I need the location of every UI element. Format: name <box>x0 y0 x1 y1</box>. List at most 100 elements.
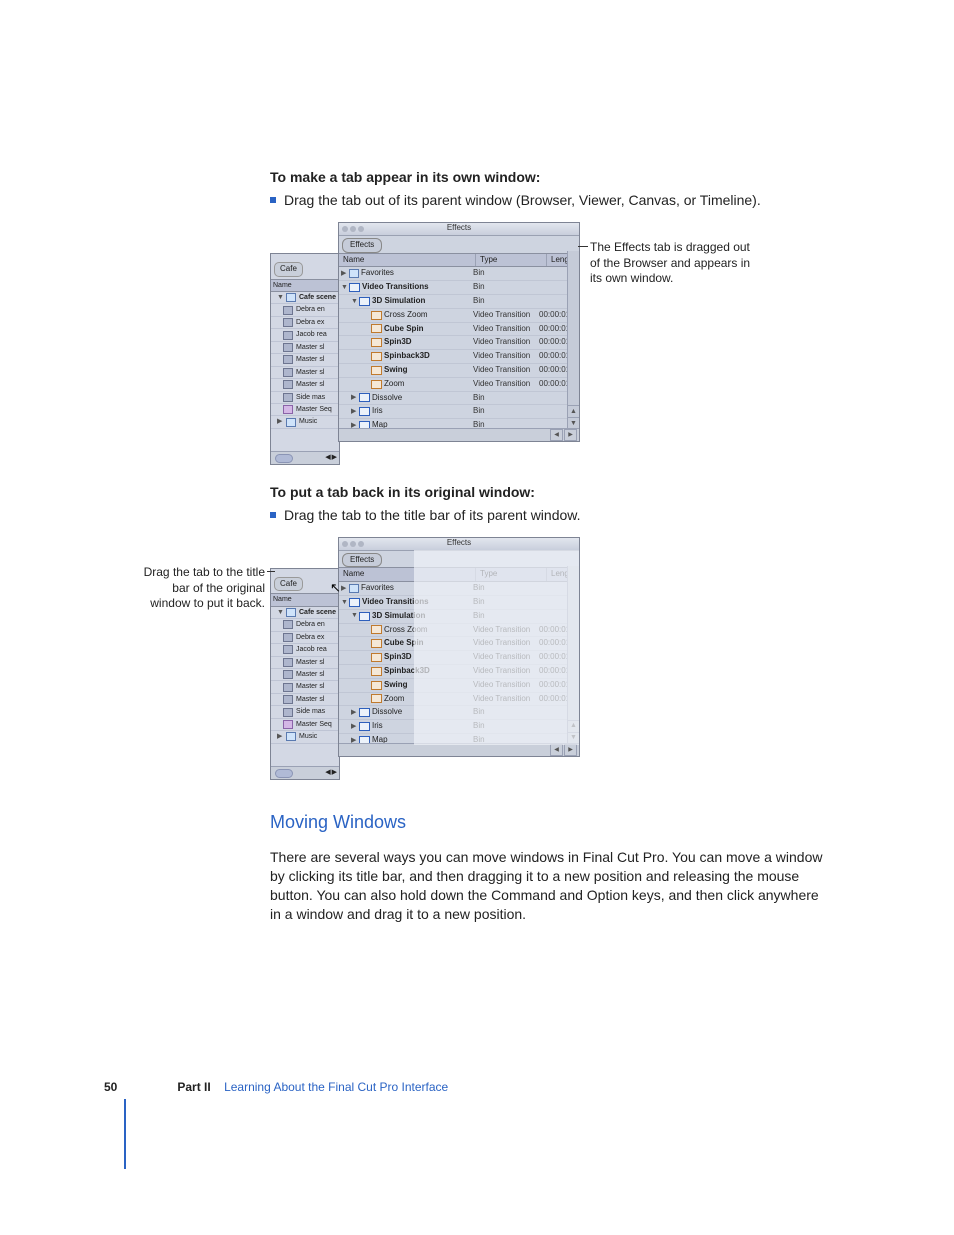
scroll-right-icon[interactable]: ▶ <box>332 768 337 777</box>
list-item[interactable]: Side mas <box>271 706 339 718</box>
effects-row[interactable]: Cross ZoomVideo Transition00:00:01:00 <box>339 624 579 638</box>
list-item[interactable]: Master sl <box>271 342 339 354</box>
bullet-square-icon <box>270 512 276 518</box>
column-header-type[interactable]: Type <box>476 254 547 267</box>
row-type: Bin <box>471 267 537 280</box>
effects-tab[interactable]: Effects <box>342 238 382 253</box>
list-item[interactable]: Jacob rea <box>271 644 339 656</box>
effects-row[interactable]: ▼3D SimulationBin <box>339 295 579 309</box>
clip-icon <box>283 331 293 340</box>
list-item[interactable]: Master sl <box>271 694 339 706</box>
vertical-scrollbar[interactable]: ▲▼ <box>567 566 579 744</box>
list-item[interactable]: Side mas <box>271 392 339 404</box>
effects-row[interactable]: ▼Video TransitionsBin <box>339 281 579 295</box>
effects-row[interactable]: Spin3DVideo Transition00:00:01:00 <box>339 651 579 665</box>
list-item[interactable]: Jacob rea <box>271 329 339 341</box>
disclosure-icon[interactable]: ▼ <box>351 611 357 620</box>
scroll-left-icon[interactable]: ◀ <box>325 768 330 777</box>
list-item[interactable]: Master sl <box>271 367 339 379</box>
sequence-icon <box>283 720 293 729</box>
effects-window[interactable]: EffectsEffectsNameTypeLength▶FavoritesBi… <box>338 222 580 442</box>
effects-row[interactable]: SwingVideo Transition00:00:01:00 <box>339 679 579 693</box>
effects-row[interactable]: Cube SpinVideo Transition00:00:01:00 <box>339 323 579 337</box>
list-item[interactable]: ▼Cafe scene <box>271 292 339 304</box>
disclosure-icon[interactable]: ▶ <box>351 708 357 717</box>
column-header-type[interactable]: Type <box>476 568 547 581</box>
clip-icon <box>283 620 293 629</box>
row-type: Video Transition <box>471 364 537 377</box>
effects-row[interactable]: ▶IrisBin <box>339 405 579 419</box>
column-header-name[interactable]: Name <box>339 568 476 581</box>
effects-row[interactable]: ZoomVideo Transition00:00:01:00 <box>339 378 579 392</box>
effects-row[interactable]: Spinback3DVideo Transition00:00:01:00 <box>339 665 579 679</box>
scroll-right-icon[interactable]: ▶ <box>564 429 577 441</box>
vertical-scrollbar[interactable]: ▲▼ <box>567 251 579 429</box>
effects-row[interactable]: Spin3DVideo Transition00:00:01:00 <box>339 336 579 350</box>
column-header-name[interactable]: Name <box>271 279 339 292</box>
list-item[interactable]: ▶Music <box>271 731 339 743</box>
clip-icon <box>283 633 293 642</box>
disclosure-icon[interactable]: ▶ <box>351 722 357 731</box>
scroll-up-icon[interactable]: ▲ <box>568 405 579 417</box>
list-item[interactable]: Debra en <box>271 619 339 631</box>
effects-row[interactable]: ▶DissolveBin <box>339 706 579 720</box>
folder-icon <box>286 293 296 302</box>
scroll-left-icon[interactable]: ◀ <box>550 429 563 441</box>
bin-icon <box>359 708 370 717</box>
effects-row[interactable]: ▼3D SimulationBin <box>339 610 579 624</box>
column-header-name[interactable]: Name <box>339 254 476 267</box>
scroll-right-icon[interactable]: ▶ <box>332 453 337 462</box>
list-item[interactable]: Master Seq <box>271 404 339 416</box>
list-item[interactable]: Debra ex <box>271 317 339 329</box>
list-item[interactable]: Master sl <box>271 681 339 693</box>
browser-window[interactable]: Cafe Name▼Cafe sceneDebra enDebra exJacob… <box>270 253 340 465</box>
list-item[interactable]: Master sl <box>271 354 339 366</box>
list-item[interactable]: Debra ex <box>271 632 339 644</box>
disclosure-icon[interactable]: ▼ <box>341 598 347 607</box>
disclosure-icon[interactable]: ▼ <box>351 297 357 306</box>
browser-tab[interactable]: Cafe <box>274 577 303 592</box>
browser-tab[interactable]: Cafe <box>274 262 303 277</box>
column-header-name[interactable]: Name <box>271 593 339 606</box>
footer-rule <box>124 1099 126 1169</box>
effects-row[interactable]: ▶DissolveBin <box>339 392 579 406</box>
list-item[interactable]: Master sl <box>271 669 339 681</box>
effects-row[interactable]: Cube SpinVideo Transition00:00:01:00 <box>339 637 579 651</box>
list-item[interactable]: Debra en <box>271 304 339 316</box>
list-item[interactable]: Master sl <box>271 379 339 391</box>
column-headers[interactable]: NameTypeLength <box>339 253 579 268</box>
effects-row[interactable]: Cross ZoomVideo Transition00:00:01:00 <box>339 309 579 323</box>
horizontal-scrollbar[interactable]: ◀▶ <box>271 451 339 464</box>
list-item[interactable]: ▶Music <box>271 416 339 428</box>
disclosure-icon[interactable]: ▶ <box>351 407 357 416</box>
effects-row[interactable]: ▶FavoritesBin <box>339 267 579 281</box>
window-titlebar[interactable]: Effects <box>339 538 579 551</box>
column-headers[interactable]: NameTypeLength <box>339 567 579 582</box>
horizontal-scrollbar[interactable]: ◀▶ <box>271 766 339 779</box>
effects-row[interactable]: ▼Video TransitionsBin <box>339 596 579 610</box>
list-item[interactable]: Master sl <box>271 657 339 669</box>
row-type: Video Transition <box>471 665 537 678</box>
horizontal-scrollbar[interactable]: ◀▶ <box>339 743 579 756</box>
effects-row[interactable]: SwingVideo Transition00:00:01:00 <box>339 364 579 378</box>
scroll-right-icon[interactable]: ▶ <box>564 744 577 756</box>
window-titlebar[interactable]: Effects <box>339 223 579 236</box>
scroll-left-icon[interactable]: ◀ <box>550 744 563 756</box>
disclosure-icon[interactable]: ▼ <box>341 283 347 292</box>
list-item[interactable]: Master Seq <box>271 719 339 731</box>
scroll-up-icon[interactable]: ▲ <box>568 720 579 732</box>
disclosure-icon[interactable]: ▶ <box>341 584 347 593</box>
scroll-left-icon[interactable]: ◀ <box>325 453 330 462</box>
disclosure-icon[interactable]: ▶ <box>351 393 357 402</box>
effects-row[interactable]: ZoomVideo Transition00:00:01:00 <box>339 693 579 707</box>
effects-row[interactable]: ▶FavoritesBin <box>339 582 579 596</box>
browser-window[interactable]: CafeName▼Cafe sceneDebra enDebra exJacob… <box>270 568 340 780</box>
disclosure-icon[interactable]: ▶ <box>341 269 347 278</box>
effects-row[interactable]: ▶IrisBin <box>339 720 579 734</box>
horizontal-scrollbar[interactable]: ◀▶ <box>339 428 579 441</box>
effects-window[interactable]: EffectsEffectsNameTypeLength▶FavoritesBi… <box>338 537 580 757</box>
effects-row[interactable]: Spinback3DVideo Transition00:00:01:00 <box>339 350 579 364</box>
effects-tab[interactable]: Effects <box>342 553 382 568</box>
clip-icon <box>283 355 293 364</box>
list-item[interactable]: ▼Cafe scene <box>271 607 339 619</box>
